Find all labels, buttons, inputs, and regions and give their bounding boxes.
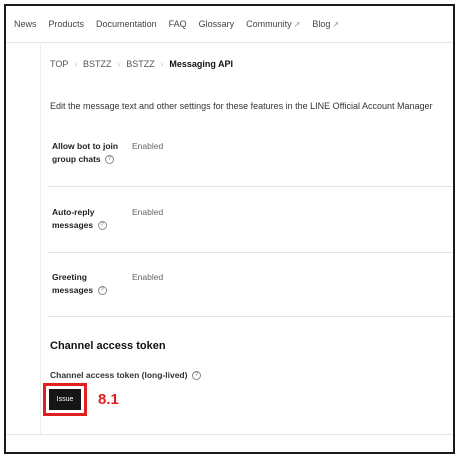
breadcrumb-separator: ›	[74, 59, 78, 69]
nav-blog-label: Blog	[312, 19, 331, 29]
help-icon[interactable]: ?	[97, 286, 107, 296]
help-icon[interactable]: ?	[191, 371, 201, 381]
setting-label: Auto-reply messages ?	[52, 206, 122, 232]
nav-documentation-label: Documentation	[96, 19, 157, 29]
nav-products[interactable]: Products	[49, 19, 85, 29]
breadcrumb-top[interactable]: TOP	[50, 59, 68, 69]
setting-label-text: Greeting messages	[52, 272, 94, 295]
help-icon[interactable]: ?	[105, 155, 115, 165]
row-divider	[48, 252, 453, 253]
sidebar-divider	[40, 42, 41, 434]
nav-news[interactable]: News	[14, 19, 37, 29]
annotation-step-label: 8.1	[98, 391, 119, 408]
setting-value: Enabled	[132, 272, 164, 282]
breadcrumb-current: Messaging API	[169, 59, 234, 69]
nav-news-label: News	[14, 19, 37, 29]
breadcrumb-channel[interactable]: BSTZZ	[126, 59, 155, 69]
nav-documentation[interactable]: Documentation	[96, 19, 157, 29]
nav-products-label: Products	[48, 19, 85, 29]
breadcrumb-separator: ›	[117, 59, 121, 69]
external-link-icon: ↗	[293, 19, 301, 29]
settings-description: Edit the message text and other settings…	[50, 101, 433, 111]
setting-label: Greeting messages ?	[52, 271, 130, 297]
nav-community-label: Community	[246, 19, 292, 29]
breadcrumb: TOP › BSTZZ › BSTZZ › Messaging API	[50, 59, 233, 69]
issue-button[interactable]: Issue	[49, 389, 81, 410]
external-link-icon: ↗	[332, 19, 340, 29]
row-divider	[48, 316, 453, 317]
nav-faq-label: FAQ	[168, 19, 187, 29]
nav-glossary-label: Glossary	[198, 19, 235, 29]
setting-value: Enabled	[132, 141, 164, 151]
channel-access-token-label: Channel access token (long-lived) ?	[50, 370, 201, 381]
channel-access-token-heading: Channel access token	[50, 340, 166, 352]
setting-label-text: Auto-reply messages	[52, 207, 95, 230]
breadcrumb-separator: ›	[160, 59, 164, 69]
setting-label: Allow bot to join group chats ?	[52, 140, 122, 166]
nav-community[interactable]: Community ↗	[246, 19, 300, 29]
setting-value: Enabled	[132, 207, 164, 217]
row-divider	[48, 186, 453, 187]
nav-blog[interactable]: Blog ↗	[312, 19, 339, 29]
nav-glossary[interactable]: Glossary	[199, 19, 235, 29]
top-navigation: News Products Documentation FAQ Glossary…	[6, 6, 453, 43]
browser-frame: News Products Documentation FAQ Glossary…	[4, 4, 455, 454]
bottom-divider	[6, 434, 453, 435]
help-icon[interactable]: ?	[97, 221, 107, 231]
channel-access-token-label-text: Channel access token (long-lived)	[50, 370, 188, 380]
nav-faq[interactable]: FAQ	[169, 19, 187, 29]
breadcrumb-provider[interactable]: BSTZZ	[83, 59, 112, 69]
